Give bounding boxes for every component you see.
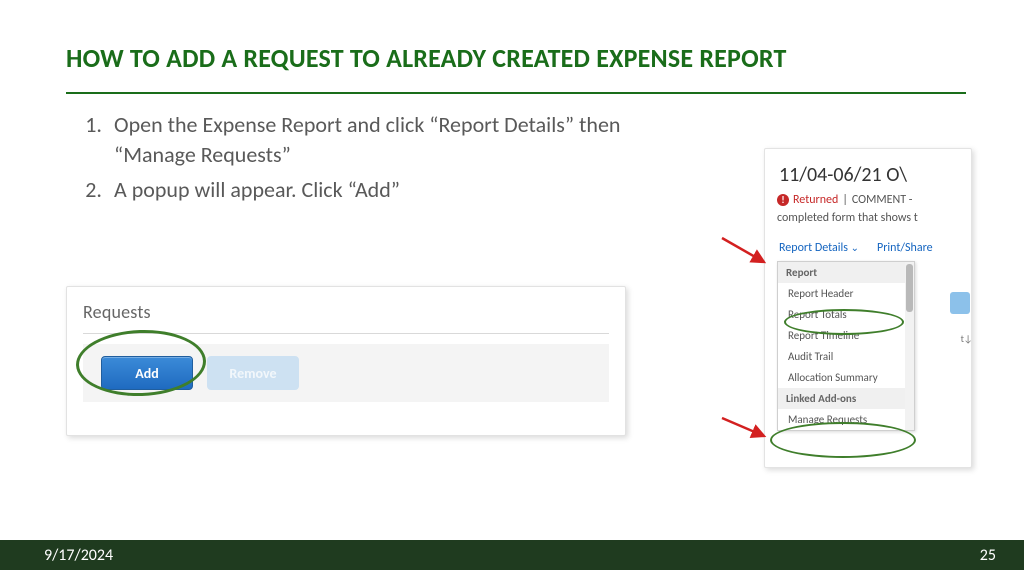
requests-divider <box>83 333 609 334</box>
step-2: 2.A popup will appear. Click “Add” <box>72 175 692 205</box>
slide-root: { "title": "HOW TO ADD A REQUEST TO ALRE… <box>0 0 1024 576</box>
arrow-to-manage-requests <box>720 414 770 449</box>
arrow-to-report-details <box>720 234 770 273</box>
returned-label: Returned <box>793 193 838 207</box>
report-action-links: Report Details ⌄ Print/Share <box>779 241 963 255</box>
slide-footer: 9/17/2024 25 <box>0 540 1024 570</box>
instruction-steps: 1.Open the Expense Report and click “Rep… <box>72 110 692 211</box>
menu-header-linked-addons: Linked Add-ons <box>778 388 914 409</box>
step-1-text: Open the Expense Report and click “Repor… <box>114 111 621 168</box>
report-details-menu: Report Report Header Report Totals Repor… <box>777 261 915 431</box>
step-1: 1.Open the Expense Report and click “Rep… <box>72 110 692 169</box>
footer-date: 9/17/2024 <box>44 546 113 565</box>
edit-button-fragment[interactable] <box>950 292 970 314</box>
menu-item-allocation-summary[interactable]: Allocation Summary <box>778 367 914 388</box>
menu-item-report-header[interactable]: Report Header <box>778 283 914 304</box>
requests-popup: Requests Add Remove <box>66 286 626 436</box>
print-share-link[interactable]: Print/Share <box>877 241 933 255</box>
page-title: HOW TO ADD A REQUEST TO ALREADY CREATED … <box>66 42 787 74</box>
menu-item-manage-requests[interactable]: Manage Requests <box>778 409 914 430</box>
requests-label: Requests <box>83 301 609 323</box>
menu-scrollbar-thumb[interactable] <box>906 264 913 312</box>
sort-fragment-text: t↓ <box>961 332 972 345</box>
report-details-link[interactable]: Report Details ⌄ <box>779 241 859 255</box>
chevron-down-icon: ⌄ <box>851 241 859 254</box>
returned-subtext: completed form that shows t <box>777 211 963 225</box>
footer-page-number: 25 <box>980 546 996 565</box>
add-button[interactable]: Add <box>101 356 193 390</box>
title-underline <box>66 92 966 94</box>
menu-item-report-timeline[interactable]: Report Timeline <box>778 325 914 346</box>
menu-header-report: Report <box>778 262 914 283</box>
report-date-range: 11/04-06/21 O\ <box>779 163 963 187</box>
menu-item-audit-trail[interactable]: Audit Trail <box>778 346 914 367</box>
returned-comment: COMMENT - <box>852 193 913 207</box>
menu-item-report-totals[interactable]: Report Totals <box>778 304 914 325</box>
step-2-text: A popup will appear. Click “Add” <box>114 176 400 203</box>
report-status-row: ! Returned | COMMENT - <box>777 193 963 207</box>
warning-icon: ! <box>777 194 789 206</box>
returned-separator: | <box>842 193 848 207</box>
remove-button[interactable]: Remove <box>207 356 299 390</box>
report-details-text: Report Details <box>779 241 848 255</box>
report-panel: 11/04-06/21 O\ ! Returned | COMMENT - co… <box>764 148 972 468</box>
requests-button-row: Add Remove <box>83 344 609 402</box>
